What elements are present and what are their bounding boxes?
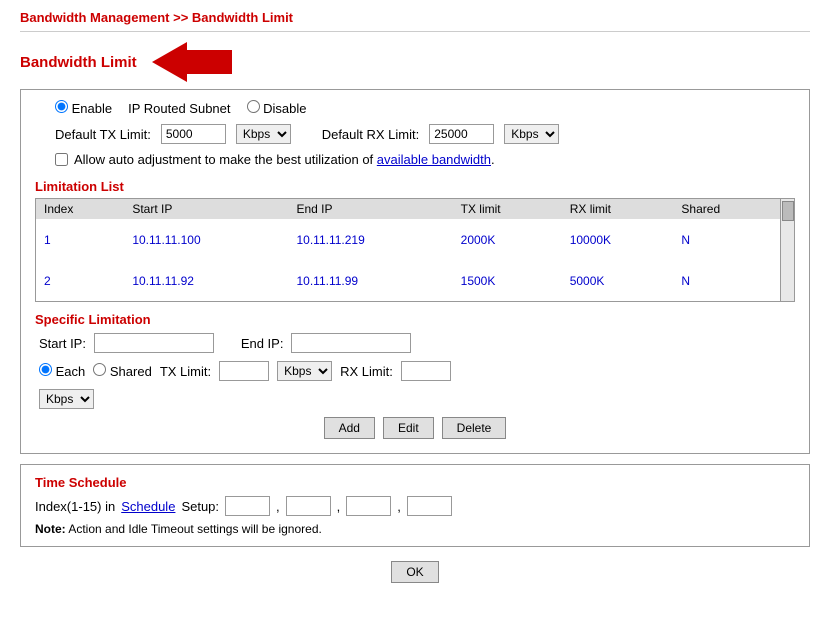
red-arrow-icon (147, 40, 237, 85)
end-ip-input[interactable] (291, 333, 411, 353)
action-buttons-row: Add Edit Delete (35, 417, 795, 439)
col-end-ip: End IP (288, 199, 452, 219)
schedule-field-3[interactable] (346, 496, 391, 516)
scrollbar-thumb[interactable] (782, 201, 794, 221)
tx-unit-select[interactable]: Kbps Mbps (277, 361, 332, 381)
enable-disable-row: Enable IP Routed Subnet Disable (35, 100, 795, 116)
col-tx-limit: TX limit (453, 199, 562, 219)
disable-radio[interactable] (247, 100, 260, 113)
col-shared: Shared (673, 199, 780, 219)
section-title-row: Bandwidth Limit (20, 40, 810, 85)
default-rx-unit-select[interactable]: Kbps Mbps (504, 124, 559, 144)
disable-label[interactable]: Disable (247, 100, 307, 116)
note-row: Note: Action and Idle Timeout settings w… (35, 522, 795, 536)
shared-radio[interactable] (93, 363, 106, 376)
table-row: 210.11.11.9210.11.11.991500K5000KN (36, 260, 780, 301)
default-tx-input[interactable] (161, 124, 226, 144)
breadcrumb-text: Bandwidth Management >> Bandwidth Limit (20, 10, 293, 25)
note-text: Action and Idle Timeout settings will be… (68, 522, 321, 536)
default-rx-label: Default RX Limit: (322, 127, 420, 142)
rx-limit-input[interactable] (401, 361, 451, 381)
available-bandwidth-link[interactable]: available bandwidth (377, 152, 491, 167)
start-end-ip-row: Start IP: End IP: (35, 333, 795, 353)
each-shared-row: Each Shared TX Limit: Kbps Mbps RX Limit… (35, 361, 795, 381)
schedule-link[interactable]: Schedule (121, 499, 175, 514)
table-row: 110.11.11.10010.11.11.2192000K10000KN (36, 219, 780, 260)
setup-label: Setup: (181, 499, 219, 514)
end-ip-label: End IP: (241, 336, 284, 351)
auto-adjust-checkbox[interactable] (55, 153, 68, 166)
limitation-table-wrapper: Index Start IP End IP TX limit RX limit … (35, 198, 795, 302)
default-tx-label: Default TX Limit: (55, 127, 151, 142)
schedule-field-1[interactable] (225, 496, 270, 516)
enable-label[interactable]: Enable (55, 100, 112, 116)
specific-limitation-section: Specific Limitation Start IP: End IP: Ea… (35, 312, 795, 439)
time-schedule-title: Time Schedule (35, 475, 795, 490)
table-header-row: Index Start IP End IP TX limit RX limit … (36, 199, 780, 219)
edit-button[interactable]: Edit (383, 417, 434, 439)
enable-radio[interactable] (55, 100, 68, 113)
limitation-list-title: Limitation List (35, 179, 795, 194)
note-label: Note: (35, 522, 66, 536)
specific-limitation-title: Specific Limitation (35, 312, 795, 327)
scrollbar[interactable] (780, 199, 794, 301)
col-rx-limit: RX limit (562, 199, 674, 219)
delete-button[interactable]: Delete (442, 417, 507, 439)
each-label-wrap[interactable]: Each (39, 363, 85, 379)
ip-routed-text: IP Routed Subnet (128, 101, 230, 116)
auto-adjust-row: Allow auto adjustment to make the best u… (35, 152, 795, 167)
schedule-row: Index(1-15) in Schedule Setup: , , , (35, 496, 795, 516)
breadcrumb: Bandwidth Management >> Bandwidth Limit (20, 10, 810, 25)
ok-button[interactable]: OK (391, 561, 438, 583)
col-start-ip: Start IP (124, 199, 288, 219)
ok-row: OK (20, 561, 810, 583)
rx-unit-select[interactable]: Kbps Mbps (39, 389, 94, 409)
rx-unit-row: Kbps Mbps (35, 389, 795, 409)
default-rx-input[interactable] (429, 124, 494, 144)
limitation-list-section: Limitation List Index Start IP End IP TX… (35, 179, 795, 302)
time-schedule-box: Time Schedule Index(1-15) in Schedule Se… (20, 464, 810, 547)
schedule-field-2[interactable] (286, 496, 331, 516)
tx-rx-row: Default TX Limit: Kbps Mbps Default RX L… (35, 124, 795, 144)
limitation-table: Index Start IP End IP TX limit RX limit … (36, 199, 780, 301)
shared-label-wrap[interactable]: Shared (93, 363, 152, 379)
tx-limit-input[interactable] (219, 361, 269, 381)
tx-limit-label: TX Limit: (160, 364, 211, 379)
start-ip-label: Start IP: (39, 336, 86, 351)
auto-adjust-text: Allow auto adjustment to make the best u… (74, 152, 495, 167)
bandwidth-limit-title: Bandwidth Limit (20, 54, 137, 71)
each-radio[interactable] (39, 363, 52, 376)
default-tx-unit-select[interactable]: Kbps Mbps (236, 124, 291, 144)
col-index: Index (36, 199, 124, 219)
add-button[interactable]: Add (324, 417, 375, 439)
schedule-field-4[interactable] (407, 496, 452, 516)
index-label: Index(1-15) in (35, 499, 115, 514)
bandwidth-limit-box: Enable IP Routed Subnet Disable Default … (20, 89, 810, 454)
rx-limit-label: RX Limit: (340, 364, 393, 379)
start-ip-input[interactable] (94, 333, 214, 353)
